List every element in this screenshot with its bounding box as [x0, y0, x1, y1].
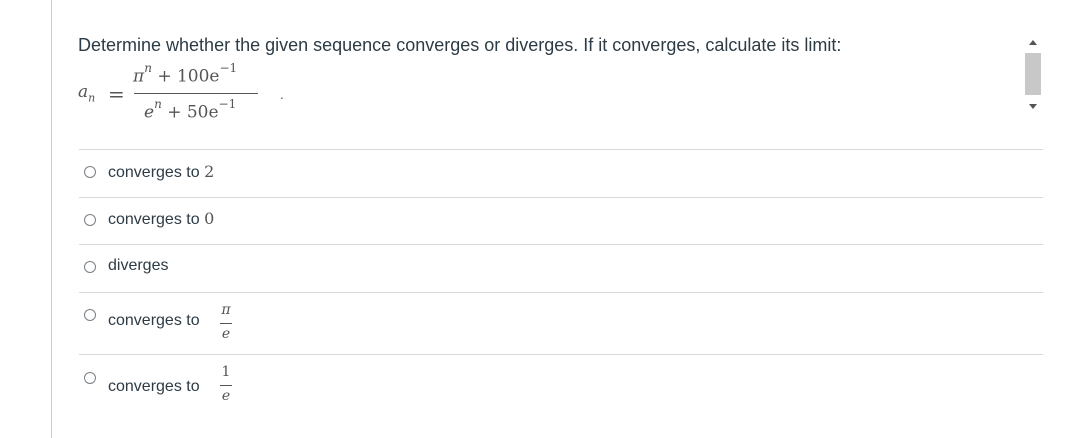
answer-option[interactable]: converges to 1e — [79, 354, 1043, 436]
option-label[interactable]: converges to — [108, 378, 200, 396]
sequence-formula: an = πn + 100e−1 en + 50e−1 . — [78, 60, 338, 140]
option-label[interactable]: diverges — [108, 257, 168, 275]
option-label[interactable]: converges to — [108, 312, 200, 330]
formula-numerator: πn + 100e−1 — [133, 61, 238, 87]
scroll-down-arrow-icon[interactable] — [1029, 104, 1037, 109]
formula-scrollbar[interactable] — [1023, 34, 1043, 119]
formula-denominator: en + 50e−1 — [144, 97, 237, 123]
answer-options: converges to 2 converges to 0 diverges c… — [79, 149, 1043, 436]
radio-button[interactable] — [84, 214, 96, 226]
radio-button[interactable] — [84, 261, 96, 273]
formula-period: . — [280, 88, 284, 102]
scrollbar-thumb[interactable] — [1025, 53, 1041, 95]
radio-button[interactable] — [84, 166, 96, 178]
option-label[interactable]: converges to 0 — [108, 209, 214, 229]
question-text: Determine whether the given sequence con… — [78, 35, 842, 55]
formula-fraction-bar — [134, 93, 258, 94]
answer-option[interactable]: diverges — [79, 244, 1043, 292]
formula-equals: = — [108, 82, 125, 106]
formula-lhs: an — [78, 82, 96, 105]
radio-button[interactable] — [84, 309, 96, 321]
option-label[interactable]: converges to 2 — [108, 162, 214, 182]
scroll-up-arrow-icon[interactable] — [1029, 40, 1037, 45]
answer-option[interactable]: converges to 2 — [79, 149, 1043, 197]
answer-option[interactable]: converges to πe — [79, 292, 1043, 354]
radio-button[interactable] — [84, 372, 96, 384]
answer-option[interactable]: converges to 0 — [79, 197, 1043, 244]
